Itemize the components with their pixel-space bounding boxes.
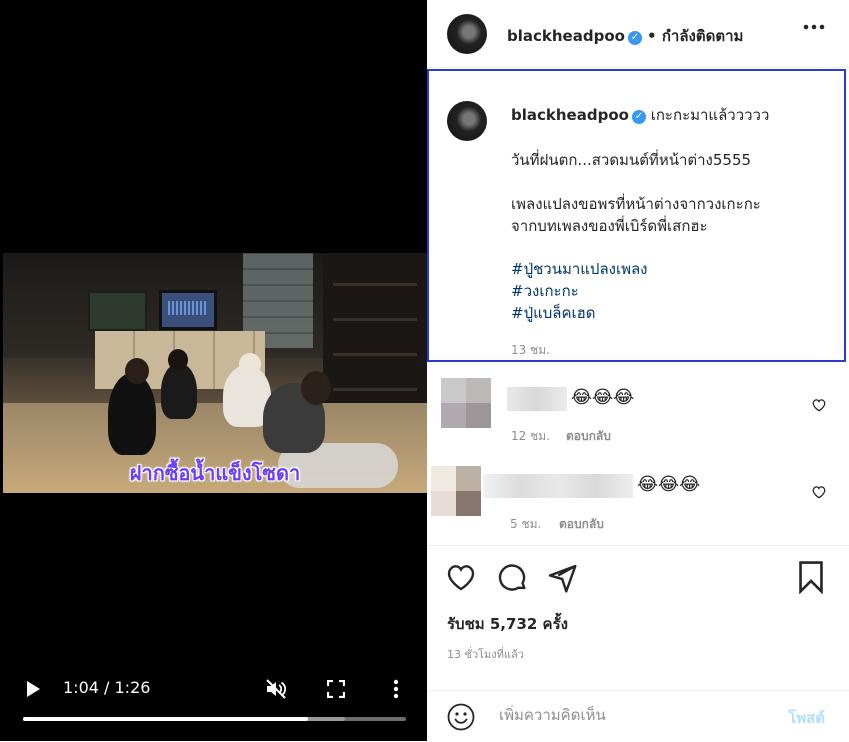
verified-badge-icon: ✓ <box>627 31 642 45</box>
blurred-username[interactable] <box>483 474 633 498</box>
caption-text: เกะกะมาแล้ววววว <box>650 106 770 124</box>
blurred-username[interactable] <box>507 387 567 411</box>
comment-input[interactable] <box>497 705 771 725</box>
video-subtitle: ฝากซื้อน้ำแข็งโซดา <box>129 461 301 485</box>
smiley-icon[interactable] <box>447 703 475 731</box>
hashtag-link[interactable]: #ปู่แบล็คเฮด <box>511 302 596 324</box>
reply-button[interactable]: ตอบกลับ <box>559 515 604 534</box>
fullscreen-icon[interactable] <box>327 680 345 698</box>
post-panel: blackheadpoo ✓ • กำลังติดตาม blackheadpoo… <box>427 0 849 741</box>
comment-heart-icon[interactable] <box>811 398 827 412</box>
heart-icon[interactable] <box>445 562 477 592</box>
hashtag-link[interactable]: #ปู่ชวนมาแปลงเพลง <box>511 258 648 280</box>
comment-bubble-icon[interactable] <box>497 562 529 594</box>
comment-text: 😂😂😂 <box>637 474 701 495</box>
bookmark-icon[interactable] <box>797 560 825 594</box>
avatar[interactable] <box>431 466 481 516</box>
hashtag-link[interactable]: #วงเกะกะ <box>511 280 579 302</box>
caption-first-line: blackheadpoo ✓ เกะกะมาแล้ววววว <box>511 104 769 126</box>
scene-head <box>239 353 261 375</box>
scene-person <box>161 363 197 419</box>
comment-item: 😂😂😂 12 ชม. ตอบกลับ <box>427 372 849 452</box>
caption-username[interactable]: blackheadpoo <box>511 106 629 124</box>
comment-time: 12 ชม. <box>511 429 550 443</box>
caption-line: วันที่ฝนตก...สวดมนต์ที่หน้าต่าง5555 <box>511 151 752 169</box>
scene-head <box>125 358 149 384</box>
post-time: 13 ชั่วโมงที่แล้ว <box>447 648 524 661</box>
header-user: blackheadpoo ✓ • กำลังติดตาม <box>507 24 743 48</box>
comment-composer: โพสต์ <box>427 690 849 742</box>
avatar[interactable] <box>441 378 491 428</box>
post-button[interactable]: โพสต์ <box>788 706 825 730</box>
avatar[interactable] <box>447 14 487 54</box>
video-progress-fill <box>23 717 309 721</box>
mute-icon[interactable] <box>264 678 288 700</box>
video-player[interactable]: ฝากซื้อน้ำแข็งโซดา 1:04 / 1:26 <box>0 0 427 741</box>
more-horizontal-icon[interactable] <box>803 24 825 30</box>
scene-head <box>168 349 188 371</box>
caption: blackheadpoo ✓ เกะกะมาแล้ววววว วันที่ฝนตก… <box>427 69 846 362</box>
caption-avatar[interactable] <box>447 101 487 141</box>
view-count[interactable]: รับชม 5,732 ครั้ง <box>447 612 568 636</box>
header-username[interactable]: blackheadpoo <box>507 27 625 45</box>
reply-button[interactable]: ตอบกลับ <box>566 427 611 446</box>
video-controls: 1:04 / 1:26 <box>0 672 427 712</box>
verified-badge-icon: ✓ <box>631 110 646 124</box>
scene-amplifier <box>88 291 147 331</box>
comment-item: 😂😂😂 5 ชม. ตอบกลับ <box>427 460 849 540</box>
caption-line: จากบทเพลงของพี่เบิร์ดพี่เสกฮะ <box>511 217 708 235</box>
comment-heart-icon[interactable] <box>811 485 827 499</box>
scene-shelf <box>323 253 427 413</box>
video-frame[interactable]: ฝากซื้อน้ำแข็งโซดา <box>3 253 427 493</box>
video-time: 1:04 / 1:26 <box>63 678 151 697</box>
caption-time: 13 ชม. <box>511 343 550 357</box>
caption-line: เพลงแปลงขอพรที่หน้าต่างจากวงเกะกะ <box>511 195 761 213</box>
comment-time: 5 ชม. <box>510 517 542 531</box>
follow-status-button[interactable]: • กำลังติดตาม <box>647 27 743 45</box>
action-bar <box>427 545 849 594</box>
paper-plane-icon[interactable] <box>546 562 578 594</box>
comment-text: 😂😂😂 <box>571 387 635 408</box>
scene-person <box>108 373 156 455</box>
video-progress-bar[interactable] <box>23 717 406 721</box>
play-icon[interactable] <box>27 681 40 697</box>
scene-monitor <box>159 290 217 330</box>
post-header: blackheadpoo ✓ • กำลังติดตาม <box>427 0 849 68</box>
more-vertical-icon[interactable] <box>388 678 404 700</box>
scene-head <box>301 371 331 405</box>
